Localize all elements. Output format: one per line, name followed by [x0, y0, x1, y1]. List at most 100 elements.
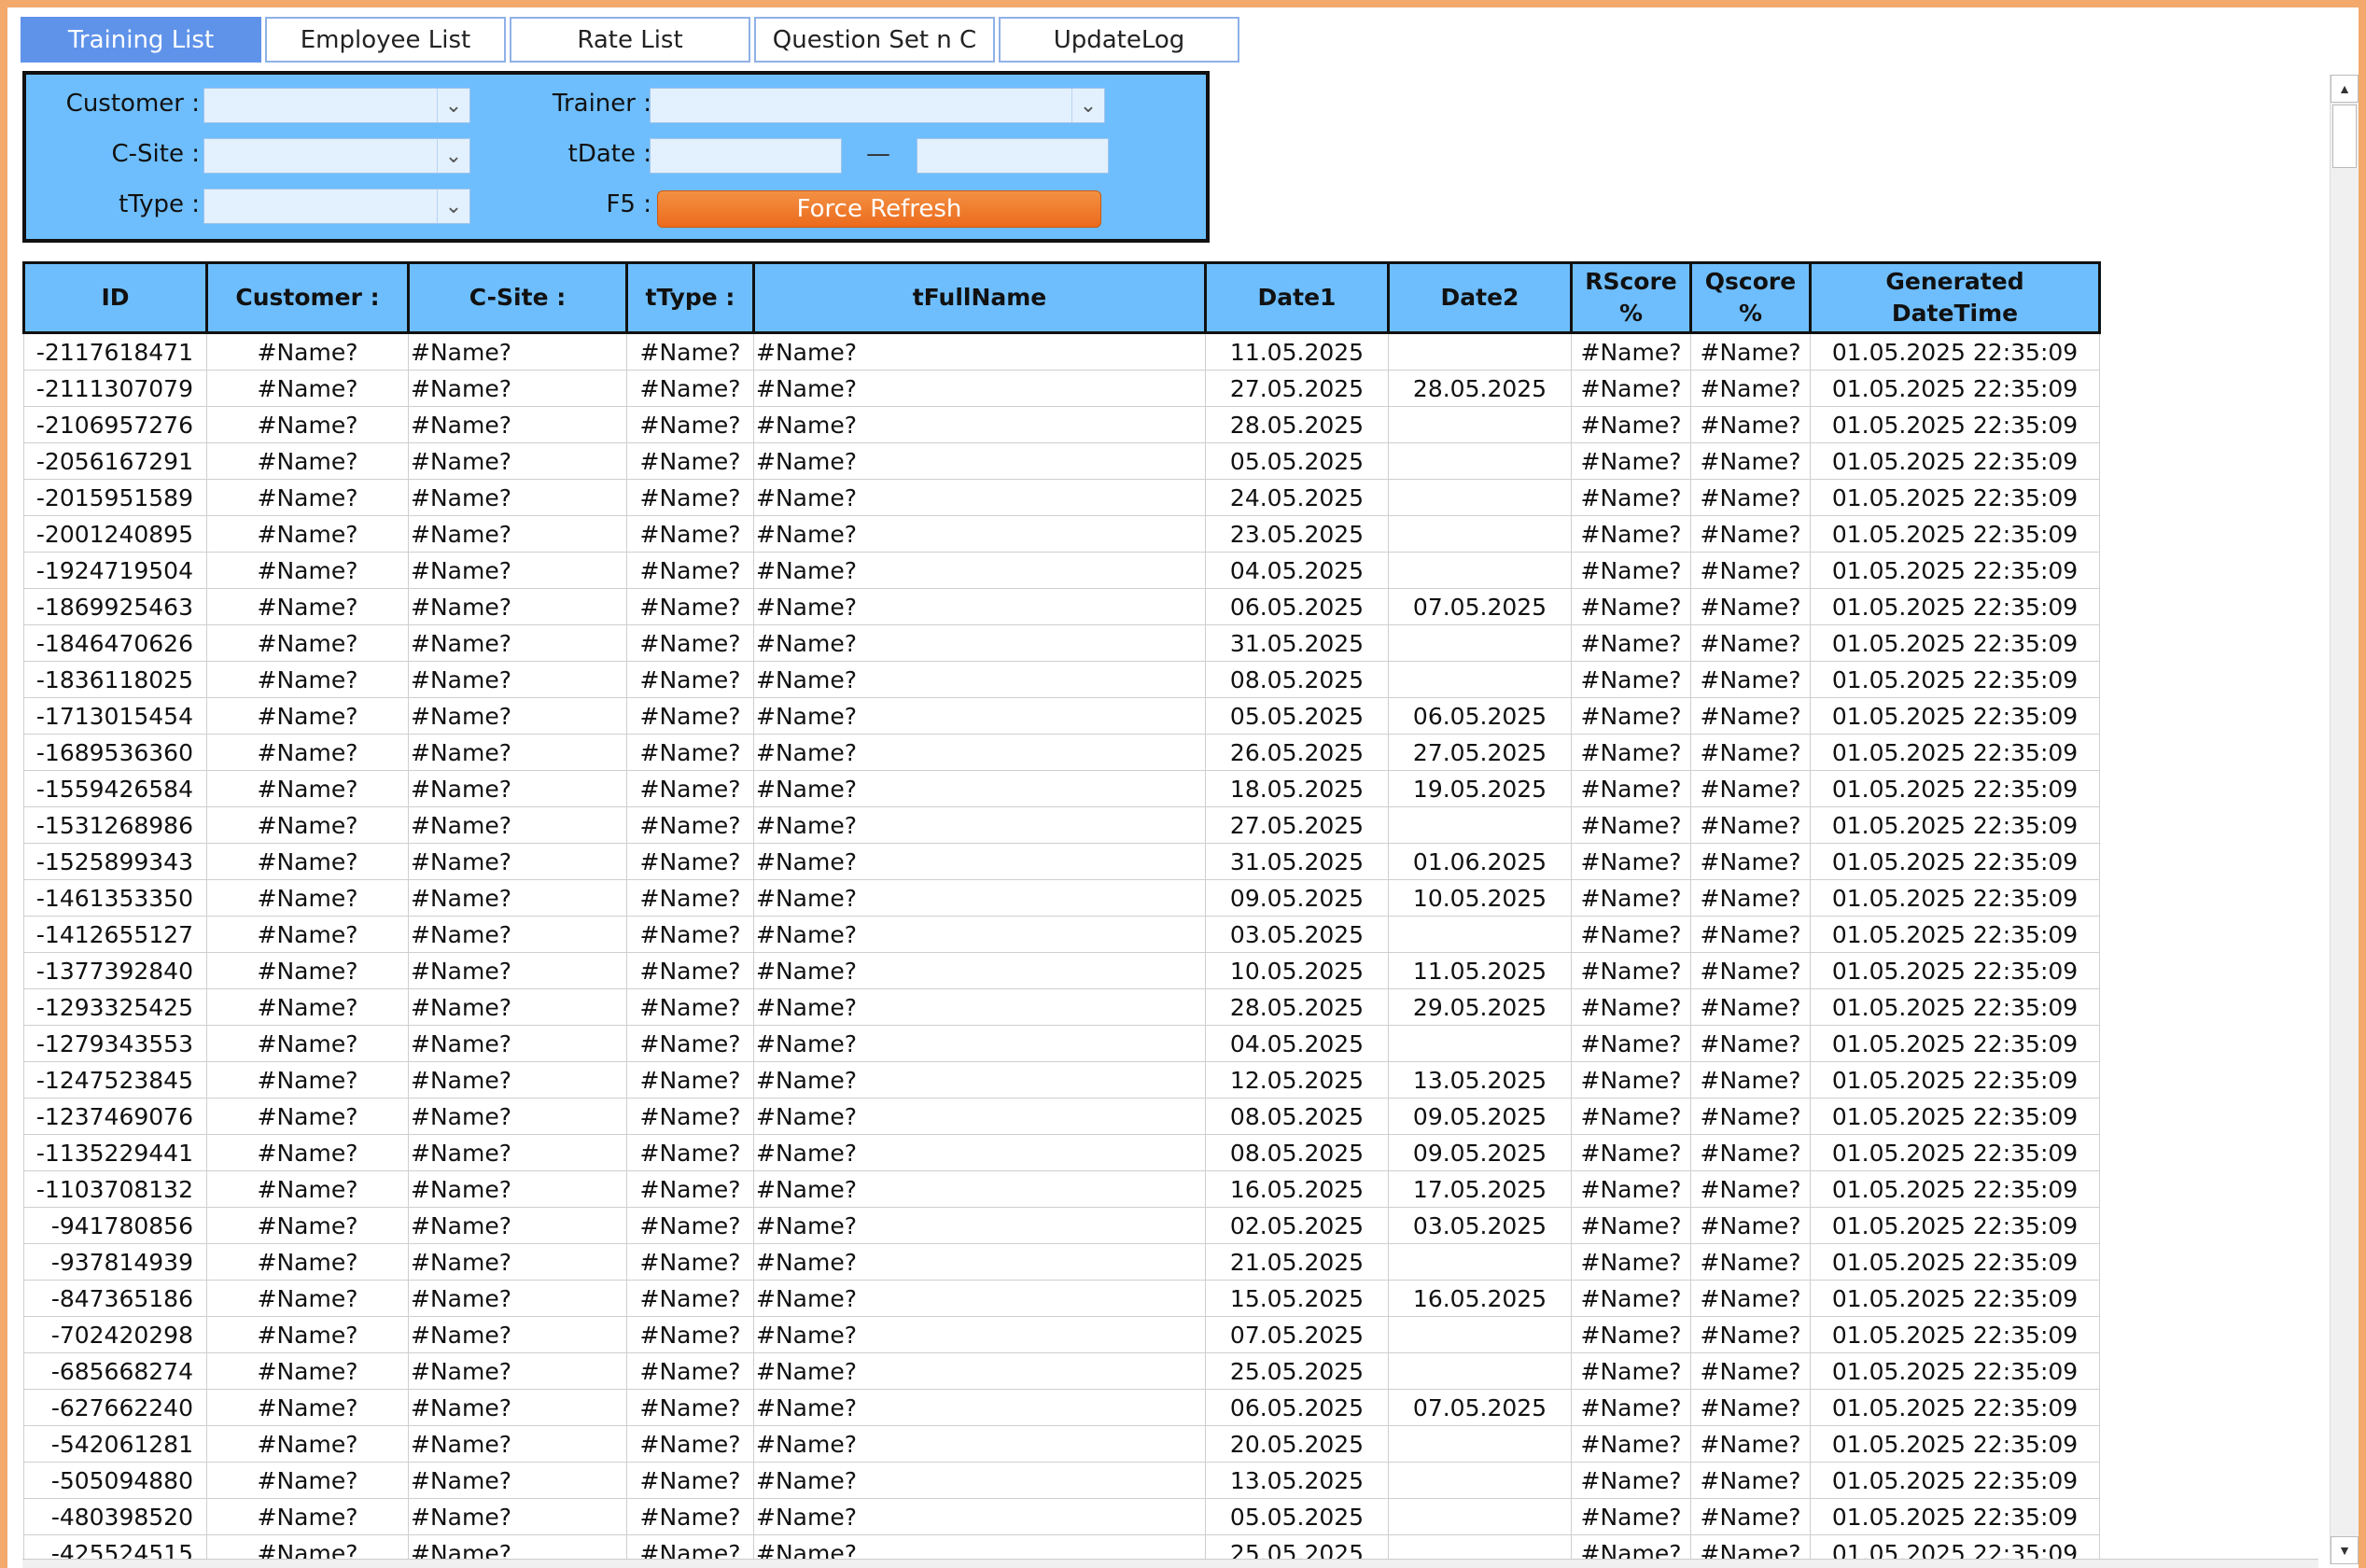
cell-rscore: #Name?: [1571, 479, 1691, 516]
table-row[interactable]: -505094880 #Name? #Name? #Name? #Name? 13.05.…: [23, 1462, 2100, 1499]
cell-id: -847365186: [23, 1280, 207, 1317]
cell-date1: 28.05.2025: [1205, 406, 1389, 443]
cell-date1: 10.05.2025: [1205, 952, 1389, 989]
cell-qscore: #Name?: [1690, 552, 1811, 589]
cell-generated-datetime: 01.05.2025 22:35:09: [1810, 515, 2100, 553]
chevron-down-icon[interactable]: ⌄: [437, 89, 469, 122]
table-row[interactable]: -1689536360 #Name? #Name? #Name? #Name? 26.05…: [23, 734, 2100, 771]
cell-customer: #Name?: [206, 843, 409, 880]
cell-ttype: #Name?: [626, 1207, 754, 1244]
table-row[interactable]: -847365186 #Name? #Name? #Name? #Name? 15.05.…: [23, 1280, 2100, 1317]
table-row[interactable]: -1237469076 #Name? #Name? #Name? #Name? 08.05…: [23, 1098, 2100, 1135]
cell-generated-datetime: 01.05.2025 22:35:09: [1810, 952, 2100, 989]
table-row[interactable]: -480398520 #Name? #Name? #Name? #Name? 05.05.…: [23, 1498, 2100, 1535]
table-row[interactable]: -2117618471 #Name? #Name? #Name? #Name? 11.05…: [23, 332, 2100, 371]
tdate-from-input[interactable]: [650, 138, 842, 174]
cell-customer: #Name?: [206, 479, 409, 516]
table-row[interactable]: -1412655127 #Name? #Name? #Name? #Name? 03.05…: [23, 916, 2100, 953]
filter-panel: Customer : ⌄ C-Site : ⌄ tType : ⌄ Traine…: [22, 71, 1210, 243]
chevron-down-icon[interactable]: ⌄: [1071, 89, 1104, 122]
cell-qscore: #Name?: [1690, 1061, 1811, 1099]
cell-csite: #Name?: [408, 1025, 627, 1062]
cell-tfullname: #Name?: [753, 1462, 1206, 1499]
cell-rscore: #Name?: [1571, 1316, 1691, 1353]
cell-date1: 04.05.2025: [1205, 552, 1389, 589]
table-row[interactable]: -685668274 #Name? #Name? #Name? #Name? 25.05.…: [23, 1352, 2100, 1390]
table-row[interactable]: -1103708132 #Name? #Name? #Name? #Name? 16.05…: [23, 1170, 2100, 1208]
tab-rate-list[interactable]: Rate List: [510, 17, 750, 63]
cell-tfullname: #Name?: [753, 1243, 1206, 1281]
table-row[interactable]: -1869925463 #Name? #Name? #Name? #Name? 06.05…: [23, 588, 2100, 625]
cell-date1: 24.05.2025: [1205, 479, 1389, 516]
cell-date2: [1388, 479, 1572, 516]
column-header-date2: Date2: [1387, 261, 1573, 334]
table-row[interactable]: -1924719504 #Name? #Name? #Name? #Name? 04.05…: [23, 552, 2100, 589]
cell-rscore: #Name?: [1571, 1243, 1691, 1281]
ttype-label: tType :: [119, 190, 200, 218]
table-row[interactable]: -1293325425 #Name? #Name? #Name? #Name? 28.05…: [23, 988, 2100, 1026]
cell-id: -1103708132: [23, 1170, 207, 1208]
cell-date1: 08.05.2025: [1205, 1098, 1389, 1135]
force-refresh-button[interactable]: Force Refresh: [657, 190, 1101, 228]
cell-customer: #Name?: [206, 697, 409, 735]
customer-combo[interactable]: ⌄: [203, 88, 470, 123]
vertical-scrollbar[interactable]: ▲ ▼: [2330, 75, 2359, 1564]
cell-id: -2117618471: [23, 332, 207, 371]
cell-rscore: #Name?: [1571, 442, 1691, 480]
table-row[interactable]: -542061281 #Name? #Name? #Name? #Name? 20.05.…: [23, 1425, 2100, 1463]
arrow-down-icon[interactable]: ▼: [2331, 1536, 2359, 1564]
table-row[interactable]: -2015951589 #Name? #Name? #Name? #Name? 24.05…: [23, 479, 2100, 516]
cell-rscore: #Name?: [1571, 1280, 1691, 1317]
trainer-combo[interactable]: ⌄: [650, 88, 1105, 123]
cell-rscore: #Name?: [1571, 952, 1691, 989]
table-row[interactable]: -702420298 #Name? #Name? #Name? #Name? 07.05.…: [23, 1316, 2100, 1353]
table-row[interactable]: -1525899343 #Name? #Name? #Name? #Name? 31.05…: [23, 843, 2100, 880]
scrollbar-thumb[interactable]: [2332, 105, 2357, 168]
tab-update-log[interactable]: UpdateLog: [999, 17, 1239, 63]
table-row[interactable]: -941780856 #Name? #Name? #Name? #Name? 02.05.…: [23, 1207, 2100, 1244]
cell-customer: #Name?: [206, 1280, 409, 1317]
cell-ttype: #Name?: [626, 406, 754, 443]
tdate-to-input[interactable]: [917, 138, 1109, 174]
table-row[interactable]: -2056167291 #Name? #Name? #Name? #Name? 05.05…: [23, 442, 2100, 480]
cell-date2: 29.05.2025: [1388, 988, 1572, 1026]
table-row[interactable]: -1713015454 #Name? #Name? #Name? #Name? 05.05…: [23, 697, 2100, 735]
table-row[interactable]: -1377392840 #Name? #Name? #Name? #Name? 10.05…: [23, 952, 2100, 989]
cell-rscore: #Name?: [1571, 1389, 1691, 1426]
cell-rscore: #Name?: [1571, 770, 1691, 807]
table-row[interactable]: -1846470626 #Name? #Name? #Name? #Name? 31.05…: [23, 624, 2100, 662]
table-row[interactable]: -2111307079 #Name? #Name? #Name? #Name? 27.05…: [23, 370, 2100, 407]
chevron-down-icon[interactable]: ⌄: [437, 139, 469, 173]
cell-customer: #Name?: [206, 1498, 409, 1535]
cell-csite: #Name?: [408, 1425, 627, 1463]
cell-rscore: #Name?: [1571, 406, 1691, 443]
table-row[interactable]: -1461353350 #Name? #Name? #Name? #Name? 09.05…: [23, 879, 2100, 917]
table-row[interactable]: -627662240 #Name? #Name? #Name? #Name? 06.05.…: [23, 1389, 2100, 1426]
csite-combo[interactable]: ⌄: [203, 138, 470, 174]
table-row[interactable]: -1559426584 #Name? #Name? #Name? #Name? 18.05…: [23, 770, 2100, 807]
cell-id: -1525899343: [23, 843, 207, 880]
cell-date1: 02.05.2025: [1205, 1207, 1389, 1244]
horizontal-scrollbar[interactable]: [22, 1559, 2318, 1568]
table-row[interactable]: -1135229441 #Name? #Name? #Name? #Name? 08.05…: [23, 1134, 2100, 1171]
chevron-down-icon[interactable]: ⌄: [437, 189, 469, 223]
cell-date1: 15.05.2025: [1205, 1280, 1389, 1317]
table-row[interactable]: -1279343553 #Name? #Name? #Name? #Name? 04.05…: [23, 1025, 2100, 1062]
cell-id: -2056167291: [23, 442, 207, 480]
table-row[interactable]: -1247523845 #Name? #Name? #Name? #Name? 12.05…: [23, 1061, 2100, 1099]
cell-csite: #Name?: [408, 734, 627, 771]
table-row[interactable]: -1836118025 #Name? #Name? #Name? #Name? 08.05…: [23, 661, 2100, 698]
table-row[interactable]: -937814939 #Name? #Name? #Name? #Name? 21.05.…: [23, 1243, 2100, 1281]
table-row[interactable]: -2106957276 #Name? #Name? #Name? #Name? 28.05…: [23, 406, 2100, 443]
cell-qscore: #Name?: [1690, 442, 1811, 480]
cell-customer: #Name?: [206, 952, 409, 989]
tab-question-set[interactable]: Question Set n C: [754, 17, 995, 63]
table-row[interactable]: -2001240895 #Name? #Name? #Name? #Name? 23.05…: [23, 515, 2100, 553]
cell-date2: 13.05.2025: [1388, 1061, 1572, 1099]
tab-employee-list[interactable]: Employee List: [265, 17, 506, 63]
ttype-combo[interactable]: ⌄: [203, 189, 470, 224]
cell-id: -505094880: [23, 1462, 207, 1499]
table-row[interactable]: -1531268986 #Name? #Name? #Name? #Name? 27.05…: [23, 806, 2100, 844]
tab-training-list[interactable]: Training List: [21, 17, 261, 63]
arrow-up-icon[interactable]: ▲: [2331, 75, 2359, 103]
